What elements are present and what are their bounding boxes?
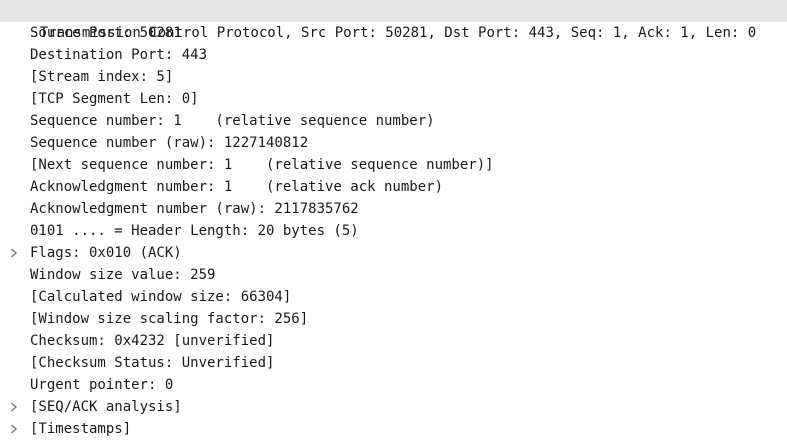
field-destination-port-label: Destination Port: 443	[30, 47, 208, 63]
field-seq-ack-analysis-label: [SEQ/ACK analysis]	[30, 399, 182, 415]
field-ack-number-label: Acknowledgment number: 1 (relative ack n…	[30, 179, 444, 195]
field-source-port-label: Source Port: 50281	[30, 25, 182, 41]
packet-details-tree: Transmission Control Protocol, Src Port:…	[0, 0, 787, 440]
field-sequence-number-raw-label: Sequence number (raw): 1227140812	[30, 135, 309, 151]
chevron-right-icon[interactable]	[9, 242, 19, 264]
field-checksum-status-label: [Checksum Status: Unverified]	[30, 355, 275, 371]
field-stream-index[interactable]: [Stream index: 5]	[0, 66, 787, 88]
field-flags[interactable]: Flags: 0x010 (ACK)	[0, 242, 787, 264]
field-tcp-segment-len[interactable]: [TCP Segment Len: 0]	[0, 88, 787, 110]
field-calculated-window-size[interactable]: [Calculated window size: 66304]	[0, 286, 787, 308]
field-destination-port[interactable]: Destination Port: 443	[0, 44, 787, 66]
field-header-length[interactable]: 0101 .... = Header Length: 20 bytes (5)	[0, 220, 787, 242]
field-checksum-label: Checksum: 0x4232 [unverified]	[30, 333, 275, 349]
field-checksum[interactable]: Checksum: 0x4232 [unverified]	[0, 330, 787, 352]
field-sequence-number-label: Sequence number: 1 (relative sequence nu…	[30, 113, 435, 129]
field-ack-number-raw-label: Acknowledgment number (raw): 2117835762	[30, 201, 359, 217]
field-calculated-window-size-label: [Calculated window size: 66304]	[30, 289, 292, 305]
chevron-right-icon[interactable]	[9, 396, 19, 418]
tcp-protocol-header[interactable]: Transmission Control Protocol, Src Port:…	[0, 0, 787, 41]
field-next-sequence-number[interactable]: [Next sequence number: 1 (relative seque…	[0, 154, 787, 176]
field-header-length-label: 0101 .... = Header Length: 20 bytes (5)	[30, 223, 359, 239]
field-checksum-status[interactable]: [Checksum Status: Unverified]	[0, 352, 787, 374]
field-window-scaling-factor[interactable]: [Window size scaling factor: 256]	[0, 308, 787, 330]
field-ack-number-raw[interactable]: Acknowledgment number (raw): 2117835762	[0, 198, 787, 220]
field-sequence-number-raw[interactable]: Sequence number (raw): 1227140812	[0, 132, 787, 154]
field-urgent-pointer[interactable]: Urgent pointer: 0	[0, 374, 787, 396]
field-stream-index-label: [Stream index: 5]	[30, 69, 174, 85]
field-window-size-value-label: Window size value: 259	[30, 267, 216, 283]
field-urgent-pointer-label: Urgent pointer: 0	[30, 377, 174, 393]
field-next-sequence-number-label: [Next sequence number: 1 (relative seque…	[30, 157, 494, 173]
field-seq-ack-analysis[interactable]: [SEQ/ACK analysis]	[0, 396, 787, 418]
field-window-size-value[interactable]: Window size value: 259	[0, 264, 787, 286]
field-window-scaling-factor-label: [Window size scaling factor: 256]	[30, 311, 309, 327]
field-ack-number[interactable]: Acknowledgment number: 1 (relative ack n…	[0, 176, 787, 198]
tcp-field-list: Source Port: 50281 Destination Port: 443 […	[0, 22, 787, 440]
field-sequence-number[interactable]: Sequence number: 1 (relative sequence nu…	[0, 110, 787, 132]
field-flags-label: Flags: 0x010 (ACK)	[30, 245, 182, 261]
field-source-port[interactable]: Source Port: 50281	[0, 22, 787, 44]
field-tcp-segment-len-label: [TCP Segment Len: 0]	[30, 91, 199, 107]
